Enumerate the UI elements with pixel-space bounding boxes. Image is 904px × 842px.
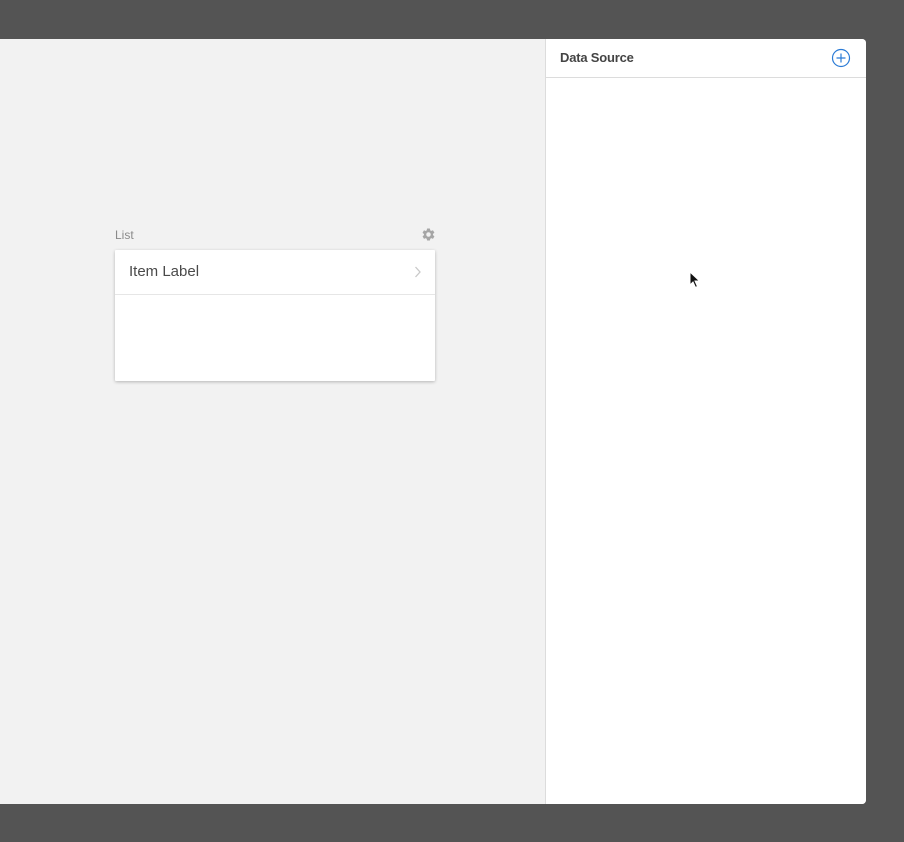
list-item[interactable]: Item Label (115, 250, 435, 295)
list-widget-header: List (115, 227, 436, 245)
plus-circle-icon (831, 48, 851, 68)
gear-icon[interactable] (421, 227, 436, 242)
design-canvas[interactable]: List Item Label (0, 39, 545, 804)
app-window: List Item Label Data Source (0, 39, 866, 804)
chevron-right-icon (414, 265, 422, 279)
panel-header: Data Source (546, 39, 866, 78)
data-source-panel: Data Source (545, 39, 866, 804)
list-item-label: Item Label (129, 263, 200, 280)
panel-title: Data Source (560, 50, 634, 65)
list-widget[interactable]: Item Label (115, 250, 435, 381)
list-widget-title: List (115, 228, 134, 242)
add-data-source-button[interactable] (831, 48, 851, 68)
